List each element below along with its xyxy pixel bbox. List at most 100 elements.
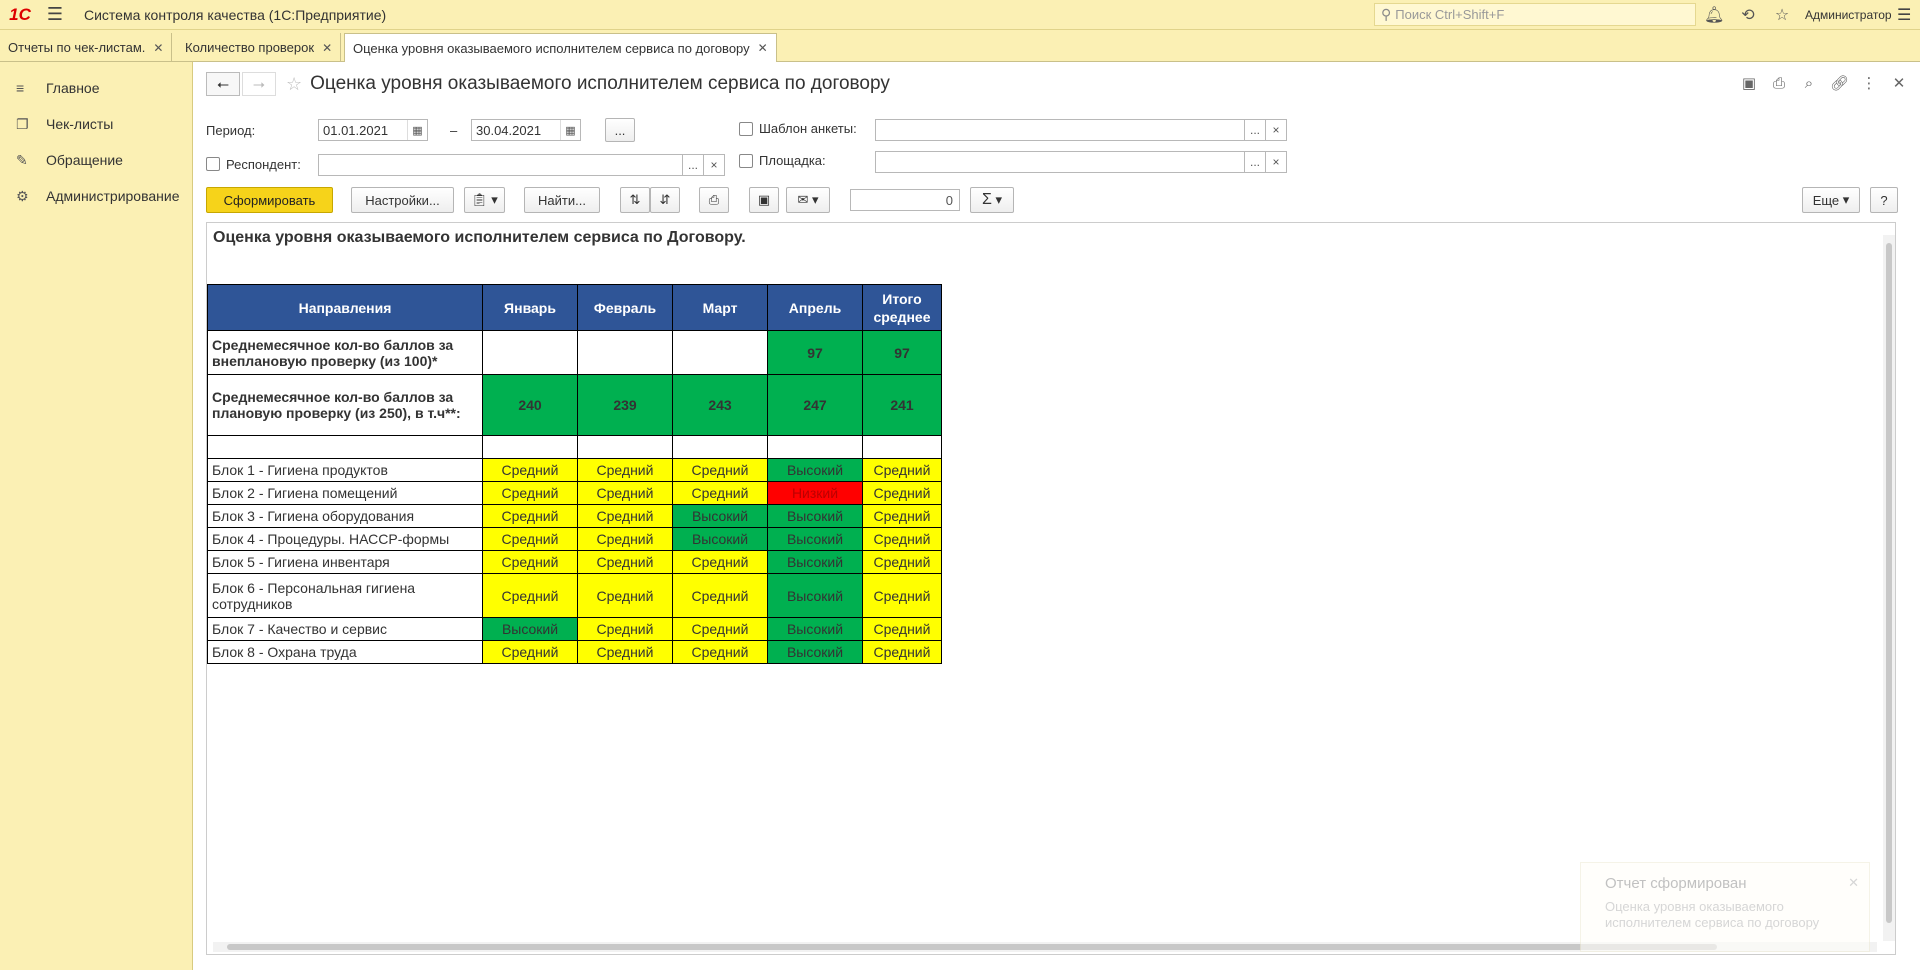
value-cell: Низкий (767, 481, 863, 505)
history-icon[interactable]: ⟲ (1738, 5, 1758, 25)
vertical-scrollbar[interactable] (1883, 235, 1895, 941)
site-label: Площадка: (759, 153, 826, 168)
value-cell: Средний (862, 527, 942, 551)
date-to-value: 30.04.2021 (476, 122, 542, 138)
period-choose-button[interactable]: ... (605, 118, 635, 142)
user-name[interactable]: Администратор (1805, 0, 1892, 30)
link-icon[interactable]: 🔗︎ (1830, 74, 1849, 92)
value-cell: Средний (862, 550, 942, 574)
save-button[interactable]: ▣ (749, 187, 779, 213)
table-row: Блок 4 - Процедуры. НАССР-формы Средний … (207, 527, 942, 551)
respondent-select-button[interactable]: ... (682, 154, 704, 176)
direction-cell: Блок 4 - Процедуры. НАССР-формы (207, 527, 483, 551)
scroll-thumb[interactable] (227, 944, 1717, 950)
favorite-star-icon[interactable]: ☆ (286, 74, 302, 95)
calendar-icon[interactable]: ▦ (560, 120, 580, 140)
template-checkbox[interactable] (739, 122, 753, 136)
respondent-field[interactable] (318, 154, 683, 176)
value-cell (862, 435, 942, 459)
save-icon[interactable]: ▣ (1740, 74, 1758, 92)
template-clear-button[interactable]: × (1265, 119, 1287, 141)
scroll-thumb[interactable] (1886, 243, 1892, 923)
forward-button[interactable]: ⭢ (242, 72, 276, 96)
value-cell: Средний (672, 458, 768, 482)
top-menu-icon[interactable]: ☰ (1897, 0, 1911, 30)
bell-icon[interactable]: 🔔︎ (1704, 5, 1724, 25)
tab-inspections-count[interactable]: Количество проверок ✕ (177, 33, 342, 62)
value-cell: Средний (577, 640, 673, 664)
sort-asc-button[interactable]: ⇅ (620, 187, 650, 213)
column-header: Апрель (767, 284, 863, 331)
sidebar-item-administration[interactable]: ⚙ Администрирование (0, 178, 192, 214)
value-cell: Высокий (767, 617, 863, 641)
site-select-button[interactable]: ... (1244, 151, 1266, 173)
table-row: Блок 7 - Качество и сервис Высокий Средн… (207, 617, 942, 641)
close-icon[interactable]: ✕ (758, 41, 768, 55)
value-cell: 240 (482, 374, 578, 436)
email-dropdown-button[interactable]: ✉ ▾ (786, 187, 830, 213)
global-search-input[interactable]: ⚲ Поиск Ctrl+Shift+F (1374, 3, 1696, 26)
sum-dropdown-button[interactable]: Σ ▾ (970, 187, 1014, 213)
sidebar-item-label: Администрирование (46, 188, 180, 204)
report-table: Направления Январь Февраль Март Апрель И… (207, 284, 942, 664)
sidebar-item-checklists[interactable]: ❐ Чек-листы (0, 106, 192, 142)
print-icon[interactable]: ⎙ (1770, 75, 1788, 92)
template-field[interactable] (875, 119, 1245, 141)
respondent-checkbox[interactable] (206, 157, 220, 171)
value-cell: Высокий (767, 504, 863, 528)
value-cell: Средний (482, 640, 578, 664)
more-button[interactable]: Еще ▾ (1802, 187, 1860, 213)
print-button[interactable]: ⎙ (699, 187, 729, 213)
close-icon[interactable]: ✕ (153, 41, 163, 55)
direction-cell: Блок 8 - Охрана труда (207, 640, 483, 664)
sum-value-field[interactable]: 0 (850, 189, 960, 211)
value-cell (482, 435, 578, 459)
sidebar-item-main[interactable]: ≡ Главное (0, 70, 192, 106)
value-cell: Высокий (767, 550, 863, 574)
value-cell: Средний (577, 617, 673, 641)
tab-checklist-reports[interactable]: Отчеты по чек-листам. ✕ (0, 33, 173, 62)
sum-icon: Σ (981, 191, 992, 208)
template-select-button[interactable]: ... (1244, 119, 1266, 141)
favorites-star-icon[interactable]: ☆ (1772, 5, 1792, 25)
back-button[interactable]: ⭠ (206, 72, 240, 96)
site-field[interactable] (875, 151, 1245, 173)
sidebar-item-requests[interactable]: ✎ Обращение (0, 142, 192, 178)
table-row: Блок 5 - Гигиена инвентаря Средний Средн… (207, 550, 942, 574)
preview-icon[interactable]: ⌕ (1800, 75, 1818, 92)
close-icon[interactable]: ✕ (322, 41, 332, 55)
value-cell: Средний (862, 573, 942, 618)
save-icon: ▣ (757, 192, 771, 207)
mail-icon: ✉ ▾ (797, 192, 819, 207)
respondent-clear-button[interactable]: × (703, 154, 725, 176)
site-checkbox[interactable] (739, 154, 753, 168)
main-menu-icon[interactable]: ☰ (40, 0, 70, 30)
date-to-field[interactable]: 30.04.2021 ▦ (471, 119, 581, 141)
sort-desc-icon: ⇵ (659, 192, 671, 207)
table-row (207, 435, 942, 459)
direction-cell: Блок 1 - Гигиена продуктов (207, 458, 483, 482)
generate-button[interactable]: Сформировать (206, 187, 333, 213)
value-cell: Средний (482, 481, 578, 505)
app-title: Система контроля качества (1С:Предприяти… (84, 6, 387, 23)
more-vertical-icon[interactable]: ⋮ (1860, 74, 1878, 92)
sort-desc-button[interactable]: ⇵ (650, 187, 680, 213)
notification-text: Оценка уровня оказываемого исполнителем … (1605, 899, 1820, 930)
tab-service-level-report[interactable]: Оценка уровня оказываемого исполнителем … (344, 33, 777, 63)
value-cell (767, 435, 863, 459)
value-cell: Средний (577, 527, 673, 551)
direction-cell: Блок 5 - Гигиена инвентаря (207, 550, 483, 574)
find-button[interactable]: Найти... (524, 187, 600, 213)
close-icon[interactable]: ✕ (1890, 74, 1908, 92)
date-from-field[interactable]: 01.01.2021 ▦ (318, 119, 428, 141)
tab-bar: Отчеты по чек-листам. ✕ Количество прове… (0, 30, 1920, 63)
calendar-icon[interactable]: ▦ (407, 120, 427, 140)
help-button[interactable]: ? (1870, 187, 1898, 213)
site-clear-button[interactable]: × (1265, 151, 1287, 173)
respondent-label: Респондент: (226, 157, 301, 172)
close-icon[interactable]: ✕ (1848, 875, 1859, 891)
notification-toast: Отчет сформирован Оценка уровня оказывае… (1580, 862, 1870, 952)
settings-button[interactable]: Настройки... (351, 187, 454, 213)
variants-dropdown-button[interactable]: 📋︎ ▾ (464, 187, 505, 213)
value-cell: Высокий (672, 527, 768, 551)
